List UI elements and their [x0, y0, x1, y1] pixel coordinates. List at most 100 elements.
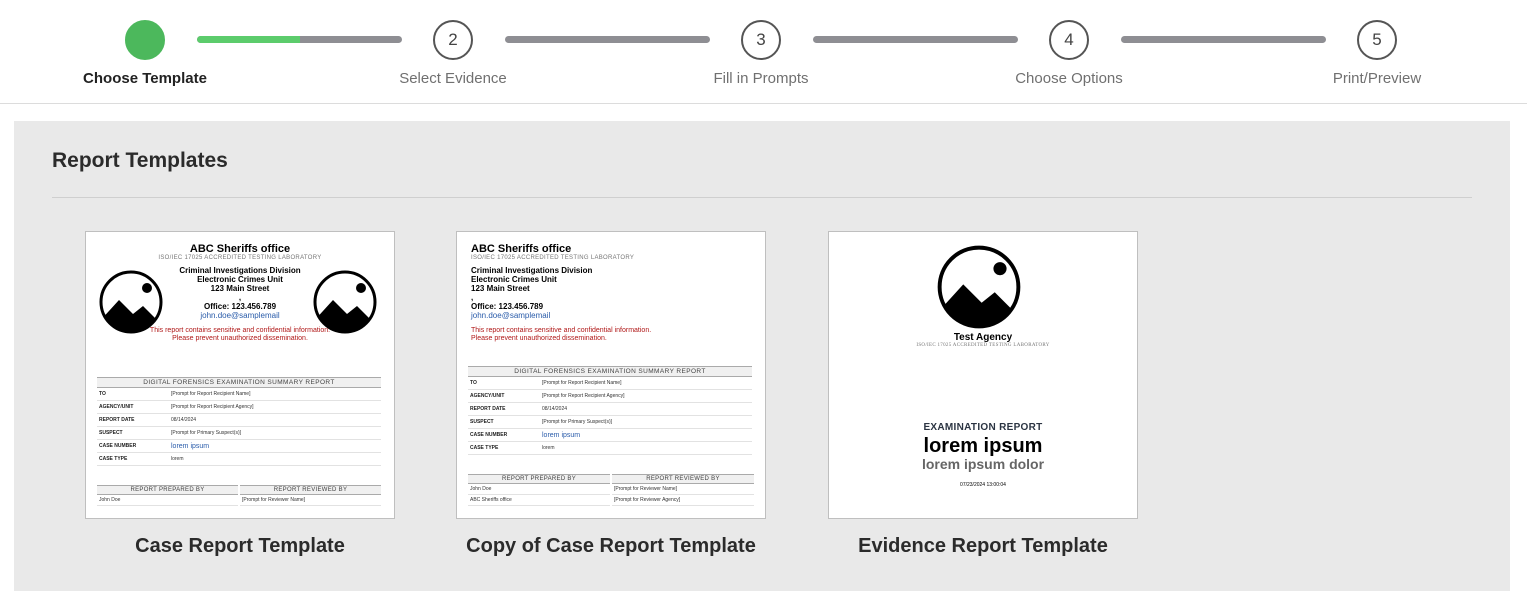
step-1-label[interactable]: Choose Template [45, 70, 245, 87]
step-2-indicator[interactable]: 2 [433, 20, 473, 60]
report-templates-panel: Report Templates ABC Sheriffs office ISO… [14, 121, 1510, 591]
row-value: 08/14/2024 [171, 417, 197, 423]
step-5-label[interactable]: Print/Preview [1277, 70, 1477, 87]
prepared-by-value: ABC Sheriffs office [468, 495, 610, 506]
table-row: TO [Prompt for Report Recipient Name] [468, 377, 752, 390]
row-value: [Prompt for Report Recipient Name] [542, 380, 622, 386]
row-key: AGENCY/UNIT [99, 404, 134, 410]
table-row: REPORT DATE 08/14/2024 [97, 414, 381, 427]
step-4-indicator[interactable]: 4 [1049, 20, 1089, 60]
preview-subtitle: lorem ipsum dolor [921, 456, 1045, 472]
reviewed-by-value: [Prompt for Reviewer Name] [612, 484, 754, 495]
preview-accreditation: ISO/IEC 17025 ACCREDITED TESTING LABORAT… [916, 343, 1050, 348]
row-key: CASE TYPE [470, 445, 499, 451]
preview-comma: , [471, 293, 474, 302]
reviewed-by-header: REPORT REVIEWED BY [612, 474, 754, 484]
template-card-case-report[interactable]: ABC Sheriffs office ISO/IEC 17025 ACCRED… [85, 231, 395, 558]
preview-signoff-table: REPORT PREPARED BY John Doe REPORT REVIE… [97, 485, 381, 506]
table-row: REPORT DATE 08/14/2024 [468, 403, 752, 416]
preview-summary-table: DIGITAL FORENSICS EXAMINATION SUMMARY RE… [468, 366, 752, 455]
step-3-label[interactable]: Fill in Prompts [661, 70, 861, 87]
prepared-by-header: REPORT PREPARED BY [468, 474, 610, 484]
step-progress-bar-1 [197, 36, 402, 43]
preview-main-title: lorem ipsum [923, 435, 1043, 457]
reviewed-by-value: [Prompt for Reviewer Name] [240, 495, 381, 506]
preview-email: john.doe@samplemail [200, 311, 280, 320]
row-key: AGENCY/UNIT [470, 393, 505, 399]
step-progress-bar-3 [813, 36, 1018, 43]
row-value: lorem [542, 445, 555, 451]
preview-report-label: EXAMINATION REPORT [923, 422, 1043, 433]
preview-warning: Please prevent unauthorized disseminatio… [471, 335, 607, 342]
preview-division: Criminal Investigations Division [179, 266, 301, 275]
step-5-indicator[interactable]: 5 [1357, 20, 1397, 60]
row-key: CASE NUMBER [470, 432, 508, 438]
prepared-by-value: John Doe [97, 495, 238, 506]
template-title[interactable]: Copy of Case Report Template [456, 535, 766, 558]
preview-warning: This report contains sensitive and confi… [149, 327, 331, 334]
section-title: Report Templates [52, 149, 228, 172]
agency-logo-icon [937, 245, 1021, 329]
preview-comma: , [238, 293, 242, 302]
table-row: TO [Prompt for Report Recipient Name] [97, 388, 381, 401]
step-progress-fill [197, 36, 300, 43]
preview-agency: ABC Sheriffs office [189, 243, 291, 255]
preview-agency: ABC Sheriffs office [471, 243, 572, 255]
preview-address: 123 Main Street [210, 284, 270, 293]
preview-warning: Please prevent unauthorized disseminatio… [172, 335, 308, 342]
table-row: AGENCY/UNIT [Prompt for Report Recipient … [468, 390, 752, 403]
preview-office: Office: 123.456.789 [471, 302, 544, 311]
step-progress-bar-4 [1121, 36, 1326, 43]
row-key: TO [470, 380, 477, 386]
preview-warning: This report contains sensitive and confi… [471, 327, 652, 334]
step-1-complete-indicator[interactable] [125, 20, 165, 60]
preview-signoff-table: REPORT PREPARED BY John Doe ABC Sheriffs… [468, 474, 754, 506]
step-2-label[interactable]: Select Evidence [353, 70, 553, 87]
row-key: SUSPECT [470, 419, 494, 425]
row-key: SUSPECT [99, 430, 123, 436]
preview-email: john.doe@samplemail [471, 311, 551, 320]
section-divider [52, 197, 1472, 198]
step-3-indicator[interactable]: 3 [741, 20, 781, 60]
table-row: CASE NUMBER lorem ipsum [468, 429, 752, 442]
row-key: REPORT DATE [99, 417, 135, 423]
table-row: CASE NUMBER lorem ipsum [97, 440, 381, 453]
row-key: TO [99, 391, 106, 397]
template-title[interactable]: Case Report Template [85, 535, 395, 558]
row-value: [Prompt for Report Recipient Agency] [542, 393, 625, 399]
step-progress-bar-2 [505, 36, 710, 43]
table-row: AGENCY/UNIT [Prompt for Report Recipient … [97, 401, 381, 414]
table-row: SUSPECT [Prompt for Primary Suspect(s)] [468, 416, 752, 429]
table-row: SUSPECT [Prompt for Primary Suspect(s)] [97, 427, 381, 440]
table-row: CASE TYPE lorem [97, 453, 381, 466]
preview-timestamp: 07/23/2024 13:00:04 [960, 482, 1006, 488]
template-title[interactable]: Evidence Report Template [828, 535, 1138, 558]
preview-summary-table: DIGITAL FORENSICS EXAMINATION SUMMARY RE… [97, 377, 381, 466]
row-value: [Prompt for Report Recipient Agency] [171, 404, 254, 410]
row-value: 08/14/2024 [542, 406, 568, 412]
template-preview-thumbnail[interactable]: Test Agency ISO/IEC 17025 ACCREDITED TES… [828, 231, 1138, 519]
preview-unit: Electronic Crimes Unit [197, 275, 283, 284]
row-value: [Prompt for Primary Suspect(s)] [542, 419, 613, 425]
template-card-evidence-report[interactable]: Test Agency ISO/IEC 17025 ACCREDITED TES… [828, 231, 1138, 558]
preview-unit: Electronic Crimes Unit [471, 275, 557, 284]
preview-table-header: DIGITAL FORENSICS EXAMINATION SUMMARY RE… [468, 366, 752, 377]
step-4-label[interactable]: Choose Options [969, 70, 1169, 87]
row-value: lorem [171, 456, 184, 462]
stepper: Choose Template 2 Select Evidence 3 Fill… [0, 0, 1527, 104]
template-preview-thumbnail[interactable]: ABC Sheriffs office ISO/IEC 17025 ACCRED… [85, 231, 395, 519]
table-row: CASE TYPE lorem [468, 442, 752, 455]
preview-agency: Test Agency [953, 332, 1013, 343]
row-value: lorem ipsum [171, 442, 210, 450]
template-preview-thumbnail[interactable]: ABC Sheriffs office ISO/IEC 17025 ACCRED… [456, 231, 766, 519]
row-value: [Prompt for Primary Suspect(s)] [171, 430, 242, 436]
preview-address: 123 Main Street [471, 284, 530, 293]
reviewed-by-value: [Prompt for Reviewer Agency] [612, 495, 754, 506]
row-key: REPORT DATE [470, 406, 506, 412]
row-key: CASE NUMBER [99, 443, 137, 449]
preview-table-header: DIGITAL FORENSICS EXAMINATION SUMMARY RE… [97, 377, 381, 388]
row-value: [Prompt for Report Recipient Name] [171, 391, 251, 397]
prepared-by-header: REPORT PREPARED BY [97, 485, 238, 495]
template-card-copy-case-report[interactable]: ABC Sheriffs office ISO/IEC 17025 ACCRED… [456, 231, 766, 558]
preview-division: Criminal Investigations Division [471, 266, 593, 275]
